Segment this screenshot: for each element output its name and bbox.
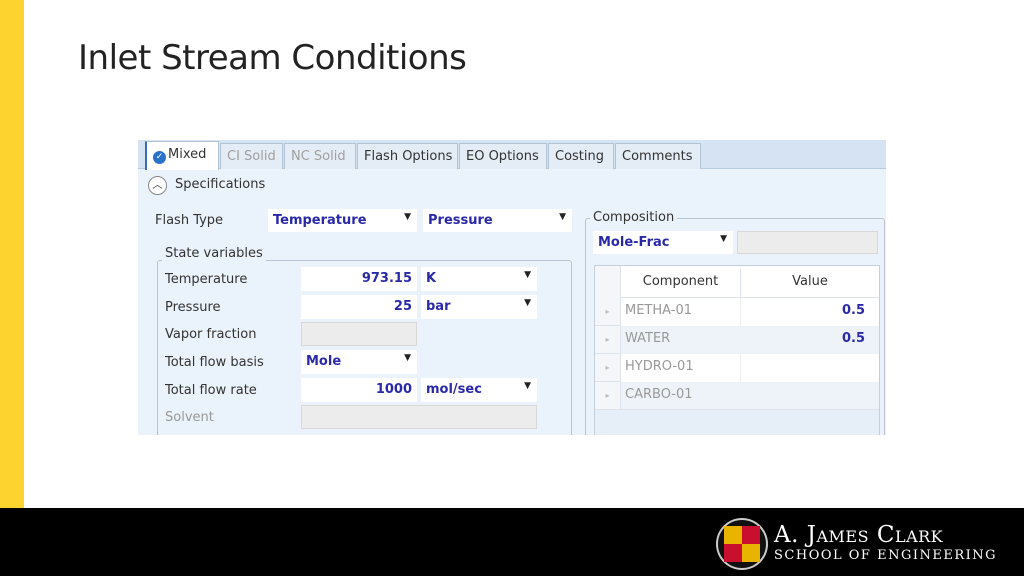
table-row[interactable]: ▸ CARBO-01 (595, 382, 879, 410)
collapse-icon[interactable]: ︿ (148, 176, 167, 195)
tab-bar: ✓ Mixed CI Solid NC Solid Flash Options E… (138, 140, 886, 170)
table-row[interactable]: ▸ HYDRO-01 (595, 354, 879, 382)
vapor-fraction-input (301, 322, 417, 346)
value-cell[interactable] (741, 354, 869, 364)
tab-ci-solid[interactable]: CI Solid (220, 143, 283, 169)
dropdown-value: Mole-Frac (598, 235, 670, 250)
total-flow-basis-dropdown[interactable]: Mole ▼ (301, 350, 417, 374)
value-cell[interactable]: 0.5 (741, 298, 869, 323)
logo-line-1: A. James Clark (774, 522, 944, 548)
university-seal-logo (718, 520, 766, 568)
temperature-label: Temperature (165, 272, 248, 287)
composition-basis-dropdown[interactable]: Mole-Frac ▼ (593, 231, 733, 254)
dropdown-value: K (426, 271, 437, 286)
tab-label: NC Solid (291, 149, 346, 164)
composition-title: Composition (590, 210, 678, 225)
temperature-input[interactable]: 973.15 (301, 267, 417, 291)
dropdown-arrow-icon: ▼ (524, 270, 531, 280)
pressure-label: Pressure (165, 300, 221, 315)
tab-mixed[interactable]: ✓ Mixed (145, 141, 219, 170)
component-cell: METHA-01 (621, 298, 741, 326)
flash-type-label: Flash Type (155, 213, 224, 228)
total-flow-basis-label: Total flow basis (165, 355, 264, 370)
check-icon: ✓ (153, 151, 166, 164)
vapor-fraction-label: Vapor fraction (165, 327, 257, 342)
tab-label: EO Options (466, 149, 539, 164)
row-header: ▸ (595, 354, 621, 382)
table-header: Component Value (595, 266, 879, 298)
header-value: Value (792, 274, 828, 289)
component-cell: WATER (625, 331, 671, 346)
dropdown-arrow-icon: ▼ (524, 381, 531, 391)
dropdown-value: mol/sec (426, 382, 482, 397)
tab-label: Mixed (168, 147, 207, 162)
corner-cell (595, 266, 621, 298)
state-variables-title: State variables (162, 246, 266, 261)
accent-bar (0, 0, 24, 576)
total-flow-rate-input[interactable]: 1000 (301, 378, 417, 402)
pressure-unit-dropdown[interactable]: bar ▼ (421, 295, 537, 319)
dropdown-arrow-icon: ▼ (720, 234, 727, 244)
total-flow-rate-label: Total flow rate (165, 383, 257, 398)
tab-costing[interactable]: Costing (548, 143, 614, 169)
row-header: ▸ (595, 326, 621, 354)
value-cell[interactable] (741, 382, 869, 392)
specifications-label: Specifications (175, 177, 266, 192)
dropdown-arrow-icon: ▼ (404, 212, 411, 222)
seal-quadrant (724, 526, 742, 544)
header-component: Component (621, 269, 741, 297)
composition-secondary-dropdown (737, 231, 878, 254)
stream-input-screenshot: ✓ Mixed CI Solid NC Solid Flash Options E… (138, 140, 886, 435)
row-header: ▸ (595, 382, 621, 410)
table-row[interactable]: ▸ WATER 0.5 (595, 326, 879, 354)
solvent-label: Solvent (165, 410, 214, 425)
composition-table: Component Value ▸ METHA-01 0.5 ▸ WATER 0… (594, 265, 880, 435)
tab-label: Costing (555, 149, 605, 164)
component-cell: CARBO-01 (625, 387, 693, 402)
dropdown-arrow-icon: ▼ (559, 212, 566, 222)
seal-quadrant (724, 544, 742, 562)
tab-label: CI Solid (227, 149, 276, 164)
dropdown-value: bar (426, 299, 451, 314)
seal-quadrant (742, 544, 760, 562)
tab-eo-options[interactable]: EO Options (459, 143, 547, 169)
slide-title: Inlet Stream Conditions (78, 38, 467, 78)
dropdown-arrow-icon: ▼ (524, 298, 531, 308)
logo-line-2: School of Engineering (774, 548, 998, 563)
dropdown-value: Pressure (428, 213, 493, 228)
dropdown-value: Mole (306, 354, 342, 369)
tab-comments[interactable]: Comments (615, 143, 701, 169)
flash-type-1-dropdown[interactable]: Temperature ▼ (268, 209, 417, 232)
flash-type-2-dropdown[interactable]: Pressure ▼ (423, 209, 572, 232)
tab-label: Flash Options (364, 149, 453, 164)
temperature-unit-dropdown[interactable]: K ▼ (421, 267, 537, 291)
pressure-input[interactable]: 25 (301, 295, 417, 319)
dropdown-arrow-icon: ▼ (404, 353, 411, 363)
seal-quadrant (742, 526, 760, 544)
value-cell[interactable]: 0.5 (741, 326, 869, 351)
tab-label: Comments (622, 149, 693, 164)
dropdown-value: Temperature (273, 213, 367, 228)
table-row[interactable]: ▸ METHA-01 0.5 (595, 298, 879, 326)
component-cell: HYDRO-01 (621, 354, 741, 382)
tab-flash-options[interactable]: Flash Options (357, 143, 458, 169)
solvent-dropdown (301, 405, 537, 429)
row-header: ▸ (595, 298, 621, 326)
tab-nc-solid[interactable]: NC Solid (284, 143, 356, 169)
flow-rate-unit-dropdown[interactable]: mol/sec ▼ (421, 378, 537, 402)
